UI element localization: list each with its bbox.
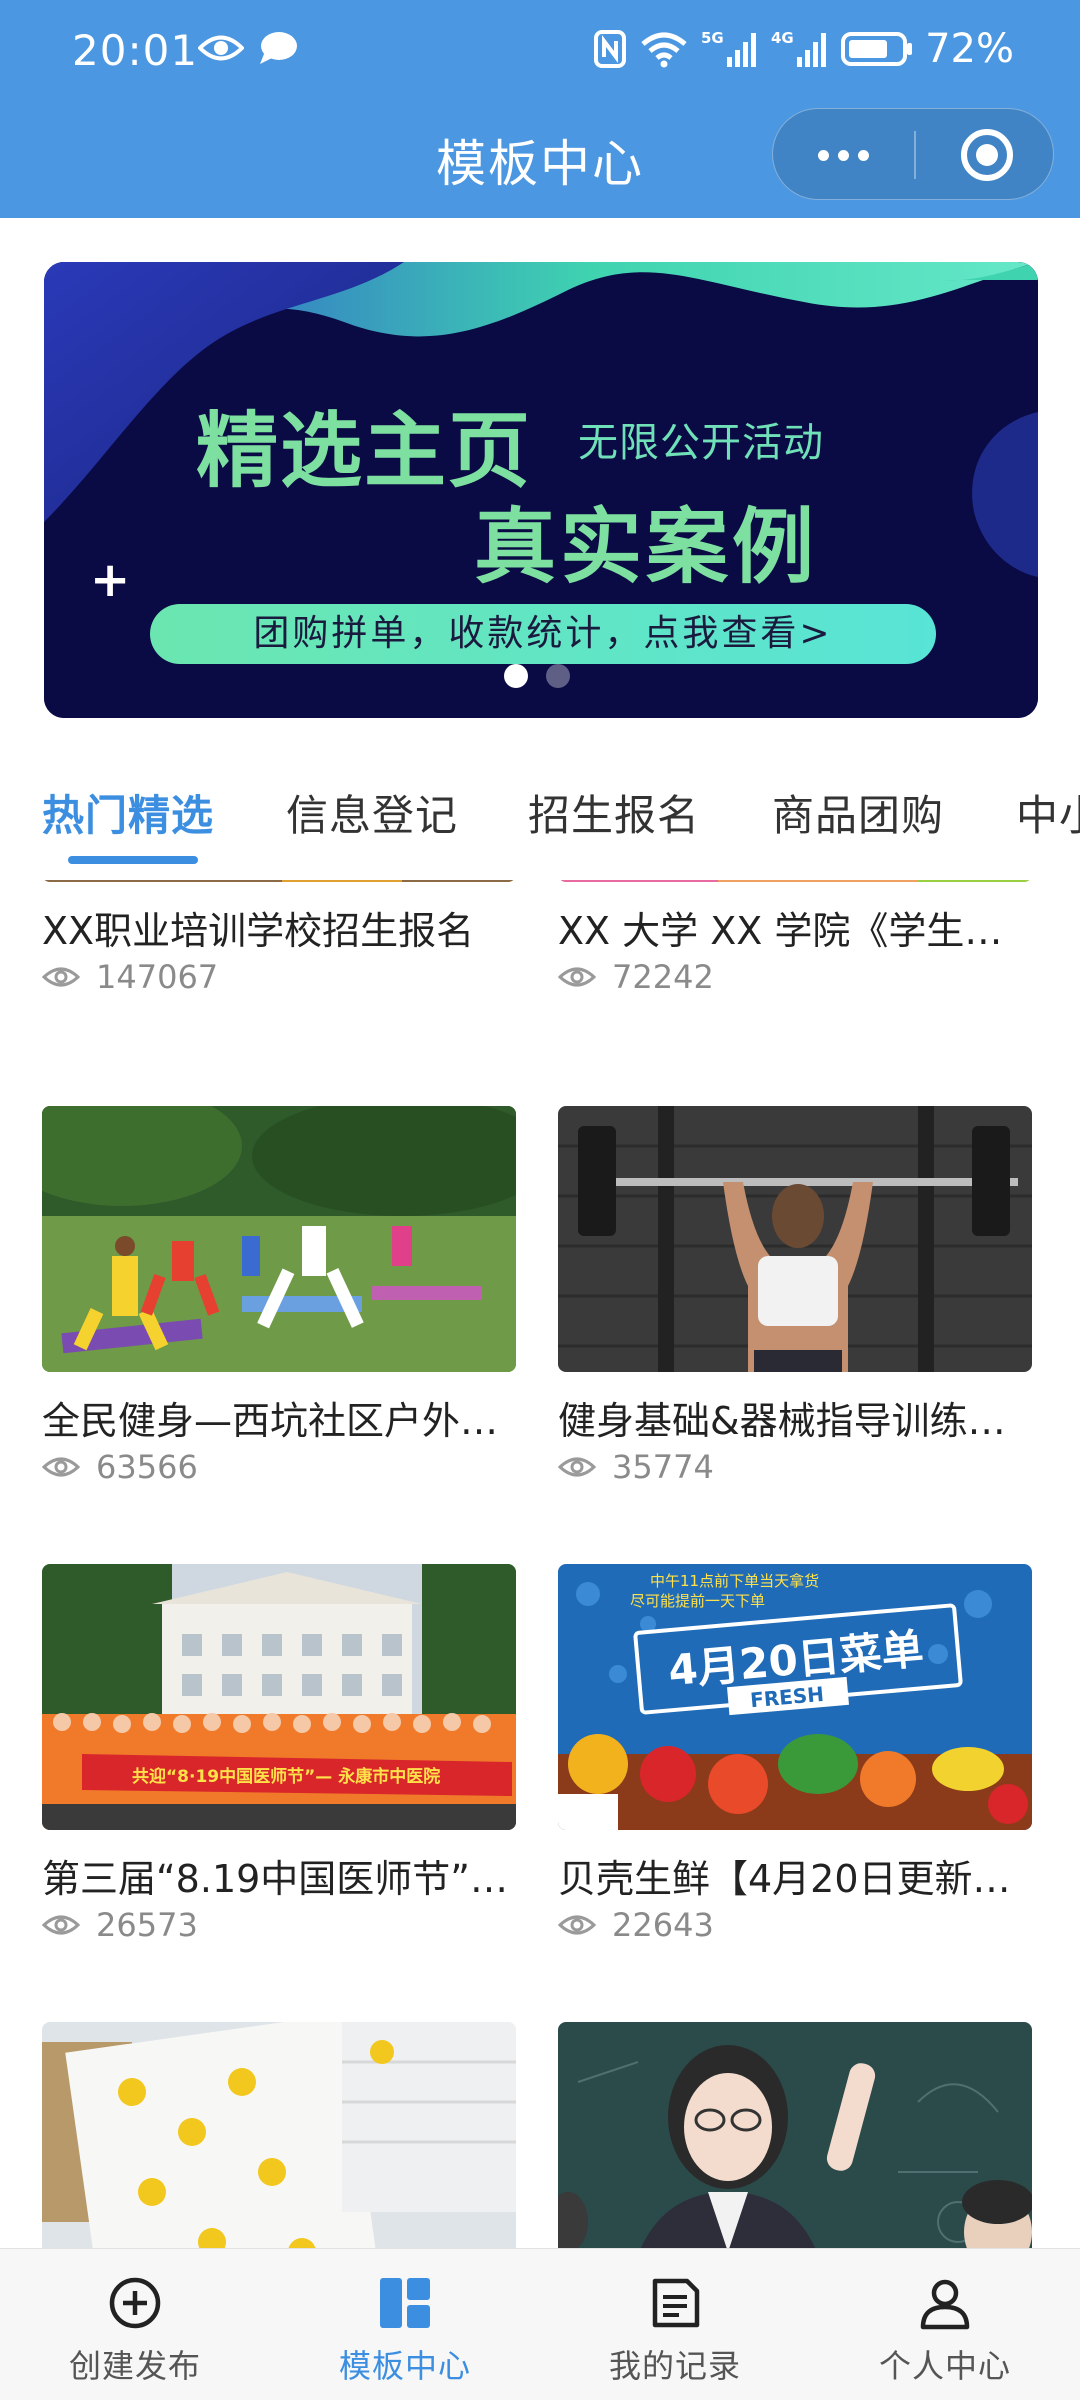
wifi-icon bbox=[641, 32, 687, 68]
template-card[interactable]: XX 大学 XX 学院《学生… 72242 bbox=[558, 880, 1032, 996]
eye-icon bbox=[42, 1915, 80, 1935]
banner-dot-1[interactable] bbox=[504, 664, 528, 688]
user-icon bbox=[920, 2279, 970, 2330]
tab-primary-secondary[interactable]: 中小 bbox=[1016, 782, 1080, 843]
eye-icon bbox=[558, 967, 596, 987]
promo-banner[interactable]: 精选主页 无限公开活动 真实案例 + 团购拼单，收款统计，点我查看> bbox=[44, 262, 1038, 718]
nav-create-publish[interactable]: 创建发布 bbox=[0, 2249, 270, 2400]
eye-icon bbox=[42, 967, 80, 987]
card-title: XX 大学 XX 学院《学生… bbox=[558, 909, 1003, 953]
nav-label: 模板中心 bbox=[338, 2347, 471, 2385]
card-title: 健身基础&器械指导训练… bbox=[558, 1399, 1006, 1443]
banner-cta-pill[interactable]: 团购拼单，收款统计，点我查看> bbox=[150, 604, 936, 664]
banner-pagination bbox=[504, 664, 570, 688]
card-view-count: 22643 bbox=[612, 1906, 714, 1944]
template-card[interactable]: 共迎“8·19中国医师节”— 永康市中医院 第三届“8.19中国医师节”… 26… bbox=[42, 1564, 516, 1964]
capsule-divider bbox=[914, 131, 916, 179]
battery-icon bbox=[841, 32, 913, 66]
card-title: 第三届“8.19中国医师节”… bbox=[42, 1857, 508, 1901]
eye-icon bbox=[198, 35, 244, 61]
card-title: 贝壳生鲜【4月20日更新… bbox=[558, 1857, 1011, 1901]
message-icon bbox=[260, 32, 297, 64]
status-time: 20:01 bbox=[72, 26, 199, 75]
nfc-icon bbox=[594, 30, 627, 68]
nav-label: 我的记录 bbox=[608, 2347, 741, 2385]
card-thumbnail-gym bbox=[558, 1106, 1032, 1372]
template-card[interactable]: 健身基础&器械指导训练… 35774 bbox=[558, 1106, 1032, 1506]
bottom-nav: 创建发布 模板中心 我的记录 个人中心 bbox=[0, 2248, 1080, 2400]
card-thumbnail-menu: 中午11点前下单当天拿货 尽可能提前一天下单 4月20日菜单 FRESH bbox=[558, 1564, 1032, 1830]
template-card[interactable]: 中午11点前下单当天拿货 尽可能提前一天下单 4月20日菜单 FRESH 贝壳生… bbox=[558, 1564, 1032, 1964]
more-button[interactable] bbox=[773, 109, 913, 201]
plus-circle-icon bbox=[109, 2277, 161, 2329]
record-doc-icon bbox=[652, 2278, 700, 2328]
status-bar: 20:01 5G 4G 72% bbox=[0, 0, 1080, 104]
tab-group-buy[interactable]: 商品团购 bbox=[772, 782, 944, 843]
template-card[interactable] bbox=[558, 2022, 1032, 2248]
tab-hot-picks[interactable]: 热门精选 bbox=[42, 782, 214, 843]
svg-text:5G: 5G bbox=[701, 29, 724, 47]
banner-title-2: 真实案例 bbox=[474, 500, 819, 595]
menu-notice-line-1: 中午11点前下单当天拿货 bbox=[650, 1572, 819, 1590]
card-thumbnail-yoga bbox=[42, 1106, 516, 1372]
eye-icon bbox=[42, 1457, 80, 1477]
active-tab-indicator bbox=[68, 856, 198, 864]
plus-decor-icon: + bbox=[90, 552, 131, 608]
card-view-count: 63566 bbox=[96, 1448, 198, 1486]
header-bar: 20:01 5G 4G 72% 模板中心 bbox=[0, 0, 1080, 218]
tab-info-registration[interactable]: 信息登记 bbox=[286, 782, 458, 843]
template-card[interactable]: 全民健身—西坑社区户外… 63566 bbox=[42, 1106, 516, 1506]
card-title: 全民健身—西坑社区户外… bbox=[42, 1399, 499, 1443]
nav-label: 创建发布 bbox=[68, 2347, 201, 2385]
svg-text:4G: 4G bbox=[771, 29, 794, 47]
menu-notice-line-2: 尽可能提前一天下单 bbox=[630, 1592, 765, 1610]
card-thumbnail-teacher bbox=[558, 2022, 1032, 2248]
battery-percent: 72% bbox=[925, 26, 1014, 72]
template-card[interactable] bbox=[42, 2022, 516, 2248]
card-view-count: 147067 bbox=[96, 958, 219, 996]
card-view-count: 26573 bbox=[96, 1906, 198, 1944]
card-thumbnail bbox=[558, 880, 1032, 882]
tab-enrollment[interactable]: 招生报名 bbox=[528, 782, 700, 843]
nav-template-center[interactable]: 模板中心 bbox=[270, 2249, 540, 2400]
nav-my-records[interactable]: 我的记录 bbox=[540, 2249, 810, 2400]
card-thumbnail bbox=[42, 880, 516, 882]
template-grid-icon bbox=[380, 2278, 430, 2328]
more-dots-icon bbox=[817, 149, 829, 161]
miniprogram-capsule bbox=[772, 108, 1054, 200]
nav-label: 个人中心 bbox=[878, 2347, 1011, 2385]
eye-icon bbox=[558, 1457, 596, 1477]
banner-dot-2[interactable] bbox=[546, 664, 570, 688]
doctors-banner-text: 共迎“8·19中国医师节”— 永康市中医院 bbox=[132, 1766, 440, 1787]
template-grid: XX职业培训学校招生报名 147067 XX 大学 XX 学院《学生… 7224… bbox=[0, 880, 1080, 2248]
category-tabs: 热门精选 信息登记 招生报名 商品团购 中小 bbox=[0, 770, 1080, 880]
eye-icon bbox=[558, 1915, 596, 1935]
nav-personal-center[interactable]: 个人中心 bbox=[810, 2249, 1080, 2400]
card-view-count: 35774 bbox=[612, 1448, 714, 1486]
close-miniprogram-button[interactable] bbox=[961, 129, 1013, 181]
signal-5g-icon: 5G bbox=[701, 29, 757, 67]
signal-4g-icon: 4G bbox=[771, 29, 827, 67]
card-title: XX职业培训学校招生报名 bbox=[42, 909, 475, 953]
template-card[interactable]: XX职业培训学校招生报名 147067 bbox=[42, 880, 516, 996]
card-thumbnail-doctors: 共迎“8·19中国医师节”— 永康市中医院 bbox=[42, 1564, 516, 1830]
card-view-count: 72242 bbox=[612, 958, 714, 996]
banner-subtitle: 无限公开活动 bbox=[578, 420, 824, 466]
card-thumbnail-towels bbox=[42, 2022, 516, 2248]
